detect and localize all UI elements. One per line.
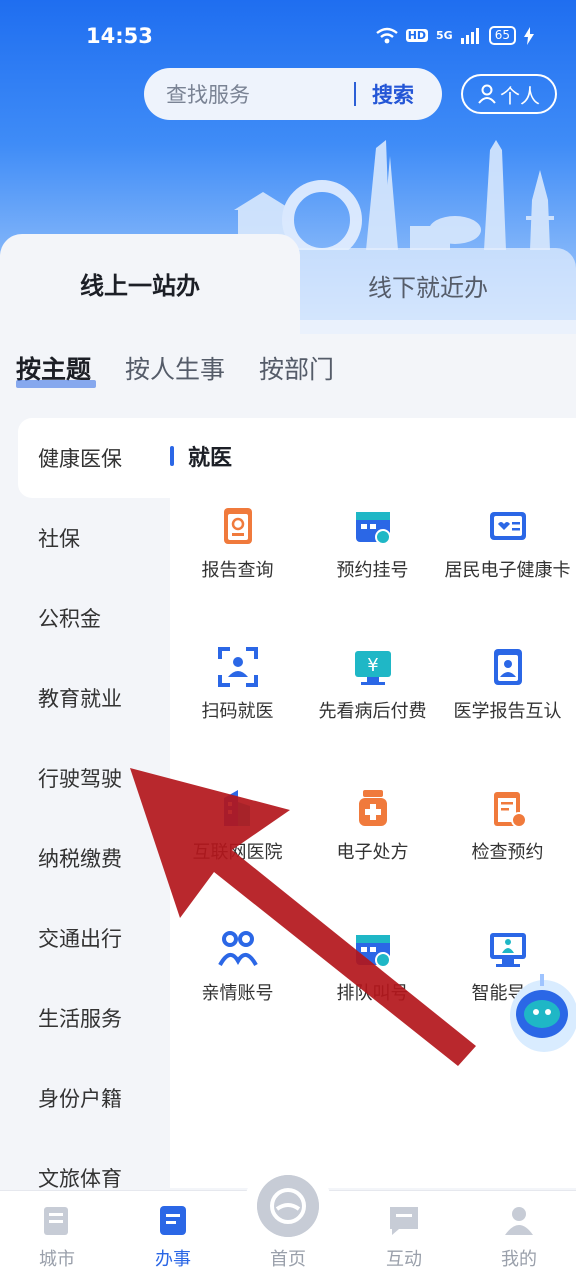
- smart-guide-icon: [489, 933, 526, 967]
- search-divider: [354, 82, 356, 106]
- category-title: 就医: [188, 446, 233, 471]
- service-scan-visit[interactable]: 扫码就医: [170, 645, 305, 786]
- nav-profile[interactable]: 我的: [481, 1203, 557, 1271]
- checkup-clipboard-icon: [493, 792, 527, 828]
- service-label: 先看病后付费: [318, 701, 427, 722]
- sidebar-item-transport[interactable]: 交通出行: [0, 898, 170, 978]
- personal-label: 个人: [500, 83, 540, 108]
- service-label: 电子处方: [336, 842, 409, 863]
- service-label: 排队叫号: [336, 983, 409, 1004]
- service-report-query[interactable]: 报告查询: [170, 504, 305, 645]
- nav-label: 城市: [39, 1249, 75, 1270]
- tasks-icon: [160, 1206, 186, 1235]
- sidebar-item-driving[interactable]: 行驶驾驶: [0, 738, 170, 818]
- subtab-by-life-event[interactable]: 按人生事: [125, 350, 225, 386]
- chat-icon: [390, 1207, 418, 1235]
- sidebar-item-health[interactable]: 健康医保: [18, 418, 170, 498]
- nav-interact[interactable]: 互动: [366, 1203, 442, 1271]
- service-label: 医学报告互认: [453, 701, 562, 722]
- personal-button[interactable]: 个人: [461, 74, 557, 114]
- service-health-card[interactable]: 居民电子健康卡: [440, 504, 575, 645]
- search-bar[interactable]: 查找服务 搜索: [144, 68, 442, 120]
- tab-online-label: 线上一站办: [80, 272, 200, 300]
- hospital-building-icon: [223, 790, 250, 826]
- service-family-account[interactable]: 亲情账号: [170, 927, 305, 1068]
- nav-label: 我的: [501, 1249, 537, 1270]
- service-checkup-booking[interactable]: 检查预约: [440, 786, 575, 927]
- nav-label: 互动: [386, 1249, 422, 1270]
- wifi-icon: [375, 27, 398, 43]
- profile-icon: [505, 1207, 533, 1235]
- status-bar: 14:53 HD 5G 65: [0, 22, 576, 52]
- medical-report-icon: [493, 649, 522, 685]
- report-icon: [223, 508, 252, 544]
- sidebar-item-education[interactable]: 教育就业: [0, 658, 170, 738]
- service-label: 检查预约: [471, 842, 544, 863]
- home-icon: [257, 1175, 319, 1237]
- service-label: 扫码就医: [201, 701, 274, 722]
- sidebar-item-social-security[interactable]: 社保: [0, 498, 170, 578]
- tab-offline[interactable]: 线下就近办: [280, 248, 576, 334]
- subtab-by-theme[interactable]: 按主题: [16, 350, 97, 388]
- status-time: 14:53: [86, 24, 153, 48]
- battery-level: 65: [488, 26, 516, 45]
- category-marker: [170, 446, 174, 466]
- sidebar-item-tax[interactable]: 纳税缴费: [0, 818, 170, 898]
- service-pay-later[interactable]: ¥ 先看病后付费: [305, 645, 440, 786]
- nav-tasks[interactable]: 办事: [135, 1203, 211, 1271]
- main-tabs: 线下就近办 线上一站办: [0, 234, 576, 334]
- queue-calendar-icon: [355, 935, 391, 968]
- health-card-icon: [489, 512, 526, 540]
- city-icon: [44, 1207, 68, 1235]
- sidebar-item-life-services[interactable]: 生活服务: [0, 978, 170, 1058]
- category-sidebar: 健康医保 社保 公积金 教育就业 行驶驾驶 纳税缴费 交通出行 生活服务 身份户…: [0, 418, 170, 1191]
- nav-city[interactable]: 城市: [19, 1203, 95, 1271]
- status-icons: HD 5G 65: [375, 26, 534, 45]
- assistant-robot-icon[interactable]: [506, 972, 576, 1058]
- tab-offline-label: 线下就近办: [368, 274, 488, 302]
- scan-icon: [217, 647, 258, 687]
- service-label: 互联网医院: [192, 842, 283, 863]
- search-input[interactable]: 查找服务: [166, 79, 354, 109]
- service-label: 亲情账号: [201, 983, 274, 1004]
- charging-icon: [524, 26, 534, 45]
- sub-tabs: 按主题 按人生事 按部门: [16, 350, 334, 388]
- home-button[interactable]: [244, 1162, 332, 1250]
- network-label: 5G: [436, 29, 453, 42]
- service-report-recognition[interactable]: 医学报告互认: [440, 645, 575, 786]
- service-queue-call[interactable]: 排队叫号: [305, 927, 440, 1068]
- service-label: 预约挂号: [336, 560, 409, 581]
- sidebar-item-identity[interactable]: 身份户籍: [0, 1058, 170, 1138]
- calendar-appointment-icon: [355, 512, 391, 545]
- prescription-bottle-icon: [358, 790, 387, 826]
- signal-icon: [460, 27, 479, 44]
- category-heading: 就医: [170, 440, 232, 472]
- service-panel: 就医 报告查询 预约挂号 居民电子健康卡 扫码就医 ¥ 先看病后付费 医学报告互…: [170, 418, 576, 1188]
- service-label: 居民电子健康卡: [444, 560, 571, 581]
- payment-monitor-icon: ¥: [354, 651, 391, 685]
- tab-online[interactable]: 线上一站办: [0, 234, 300, 334]
- nav-label: 办事: [155, 1249, 191, 1270]
- city-skyline-illustration: [234, 140, 554, 250]
- service-internet-hospital[interactable]: 互联网医院: [170, 786, 305, 927]
- service-label: 报告查询: [201, 560, 274, 581]
- hd-badge: HD: [405, 29, 429, 42]
- search-button[interactable]: 搜索: [372, 79, 414, 109]
- subtab-by-department[interactable]: 按部门: [259, 350, 334, 386]
- service-appointment[interactable]: 预约挂号: [305, 504, 440, 645]
- svg-text:¥: ¥: [367, 655, 378, 676]
- sidebar-item-housing-fund[interactable]: 公积金: [0, 578, 170, 658]
- service-e-prescription[interactable]: 电子处方: [305, 786, 440, 927]
- person-icon: [478, 84, 496, 104]
- family-account-icon: [217, 931, 258, 967]
